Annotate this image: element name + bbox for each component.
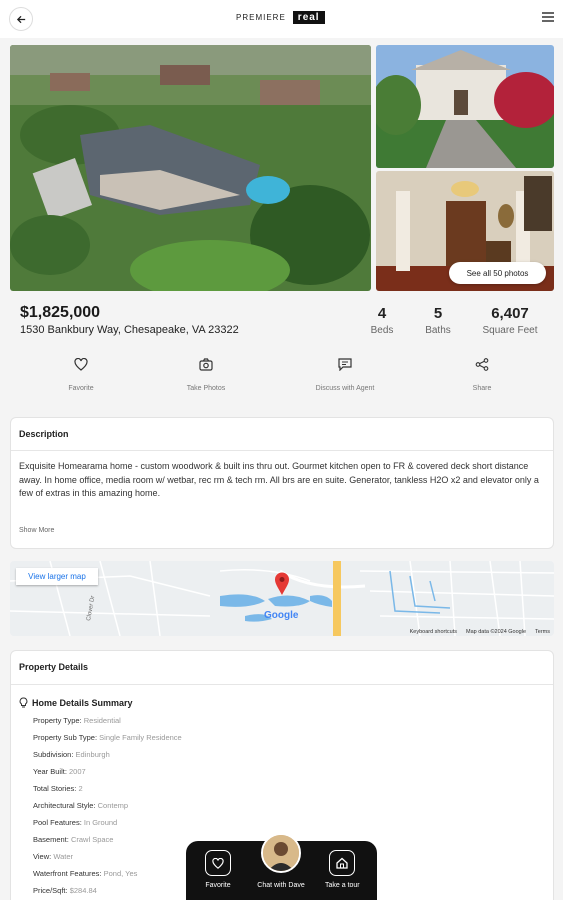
- section-title: Home Details Summary: [32, 697, 133, 708]
- brand-logo[interactable]: PREMIERE real: [236, 11, 325, 24]
- detail-value: Single Family Residence: [99, 733, 182, 742]
- heart-icon: [74, 358, 88, 371]
- detail-key: Price/Sqft:: [33, 886, 68, 895]
- detail-key: Waterfront Features:: [33, 869, 102, 878]
- detail-value: Residential: [83, 716, 121, 725]
- bottom-favorite-label: Favorite: [205, 882, 231, 889]
- detail-row-subdivision: Subdivision: Edinburgh: [33, 750, 110, 759]
- listing-price: $1,825,000: [20, 304, 101, 321]
- detail-row-price-per-sqft: Price/Sqft: $284.84: [33, 886, 97, 895]
- detail-value: Crawl Space: [70, 835, 114, 844]
- detail-key: Pool Features:: [33, 818, 82, 827]
- see-all-photos-button[interactable]: See all 50 photos: [449, 262, 546, 284]
- detail-key: Property Type:: [33, 716, 82, 725]
- google-logo: Google: [264, 610, 299, 621]
- stat-baths: 5 Baths: [418, 305, 458, 336]
- action-label: Take Photos: [186, 385, 226, 392]
- detail-row-total-stories: Total Stories: 2: [33, 784, 83, 793]
- share-action[interactable]: Share: [432, 358, 532, 392]
- take-a-tour-label: Take a tour: [325, 882, 360, 889]
- detail-value: In Ground: [83, 818, 118, 827]
- detail-key: Architectural Style:: [33, 801, 96, 810]
- detail-value: Contemp: [97, 801, 129, 810]
- detail-key: Subdivision:: [33, 750, 74, 759]
- stat-beds: 4 Beds: [366, 305, 398, 336]
- location-map[interactable]: Clover Dr Google View larger map Keyboar…: [10, 561, 554, 636]
- brand-prefix: PREMIERE: [236, 13, 286, 22]
- keyboard-shortcuts-link[interactable]: Keyboard shortcuts: [410, 629, 457, 635]
- listing-address: 1530 Bankbury Way, Chesapeake, VA 23322: [20, 324, 239, 336]
- chat-with-agent-label[interactable]: Chat with Dave: [241, 882, 321, 889]
- detail-value: $284.84: [69, 886, 97, 895]
- stat-label: Square Feet: [482, 325, 538, 336]
- property-details-title: Property Details: [19, 662, 89, 672]
- divider: [11, 450, 553, 451]
- location-pin-icon: [275, 572, 289, 595]
- hamburger-menu-icon[interactable]: [542, 12, 554, 22]
- stat-label: Baths: [425, 325, 451, 336]
- description-text: Exquisite Homearama home - custom woodwo…: [19, 461, 539, 498]
- description-title: Description: [19, 429, 69, 439]
- brand-name: real: [292, 11, 325, 24]
- stat-square-feet: 6,407 Square Feet: [474, 305, 546, 336]
- detail-row-waterfront-features: Waterfront Features: Pond, Yes: [33, 869, 137, 878]
- heart-icon: [212, 857, 224, 869]
- detail-value: 2007: [69, 767, 86, 776]
- description-card: Description Exquisite Homearama home - c…: [10, 417, 554, 549]
- lightbulb-icon: [19, 697, 28, 708]
- stat-value: 5: [433, 305, 443, 322]
- detail-key: Total Stories:: [33, 784, 77, 793]
- home-details-summary-heading: Home Details Summary: [19, 697, 133, 708]
- take-photos-action[interactable]: Take Photos: [156, 358, 256, 392]
- discuss-with-agent-action[interactable]: Discuss with Agent: [295, 358, 395, 392]
- stat-value: 4: [377, 305, 387, 322]
- detail-key: Property Sub Type:: [33, 733, 98, 742]
- favorite-action[interactable]: Favorite: [31, 358, 131, 392]
- action-label: Share: [472, 385, 492, 392]
- detail-value: Pond, Yes: [103, 869, 138, 878]
- detail-row-basement: Basement: Crawl Space: [33, 835, 113, 844]
- take-a-tour-button[interactable]: Take a tour: [325, 850, 360, 889]
- stat-label: Beds: [370, 325, 394, 336]
- detail-key: Year Built:: [33, 767, 67, 776]
- detail-row-property-sub-type: Property Sub Type: Single Family Residen…: [33, 733, 182, 742]
- arrow-left-icon: [16, 15, 25, 23]
- detail-key: View:: [33, 852, 52, 861]
- detail-row-view: View: Water: [33, 852, 73, 861]
- bottom-favorite-button[interactable]: Favorite: [205, 850, 231, 889]
- detail-row-architectural-style: Architectural Style: Contemp: [33, 801, 128, 810]
- detail-value: Edinburgh: [75, 750, 110, 759]
- detail-row-property-type: Property Type: Residential: [33, 716, 121, 725]
- chat-icon: [338, 358, 352, 371]
- detail-row-pool-features: Pool Features: In Ground: [33, 818, 117, 827]
- top-header: PREMIERE real: [0, 0, 563, 38]
- show-more-link[interactable]: Show More: [19, 527, 54, 534]
- camera-icon: [199, 358, 213, 371]
- map-footer: Keyboard shortcuts Map data ©2024 Google…: [410, 629, 550, 635]
- photo-interior-foyer[interactable]: See all 50 photos: [376, 171, 554, 291]
- terms-link[interactable]: Terms: [535, 629, 550, 635]
- view-larger-map-link[interactable]: View larger map: [16, 568, 98, 585]
- photo-front-exterior[interactable]: [376, 45, 554, 168]
- action-label: Favorite: [68, 385, 94, 392]
- bottom-action-bar: Favorite Chat with Dave Take a tour: [186, 833, 377, 900]
- share-icon: [475, 358, 489, 371]
- detail-row-year-built: Year Built: 2007: [33, 767, 86, 776]
- home-icon: [336, 857, 348, 869]
- detail-value: 2: [78, 784, 83, 793]
- detail-key: Basement:: [33, 835, 69, 844]
- action-label: Discuss with Agent: [315, 385, 375, 392]
- divider: [11, 684, 553, 685]
- back-button[interactable]: [9, 7, 33, 31]
- agent-avatar[interactable]: [261, 833, 301, 873]
- main-photo-aerial[interactable]: [10, 45, 371, 291]
- detail-value: Water: [53, 852, 74, 861]
- map-data-attribution: Map data ©2024 Google: [466, 629, 527, 635]
- stat-value: 6,407: [491, 305, 529, 322]
